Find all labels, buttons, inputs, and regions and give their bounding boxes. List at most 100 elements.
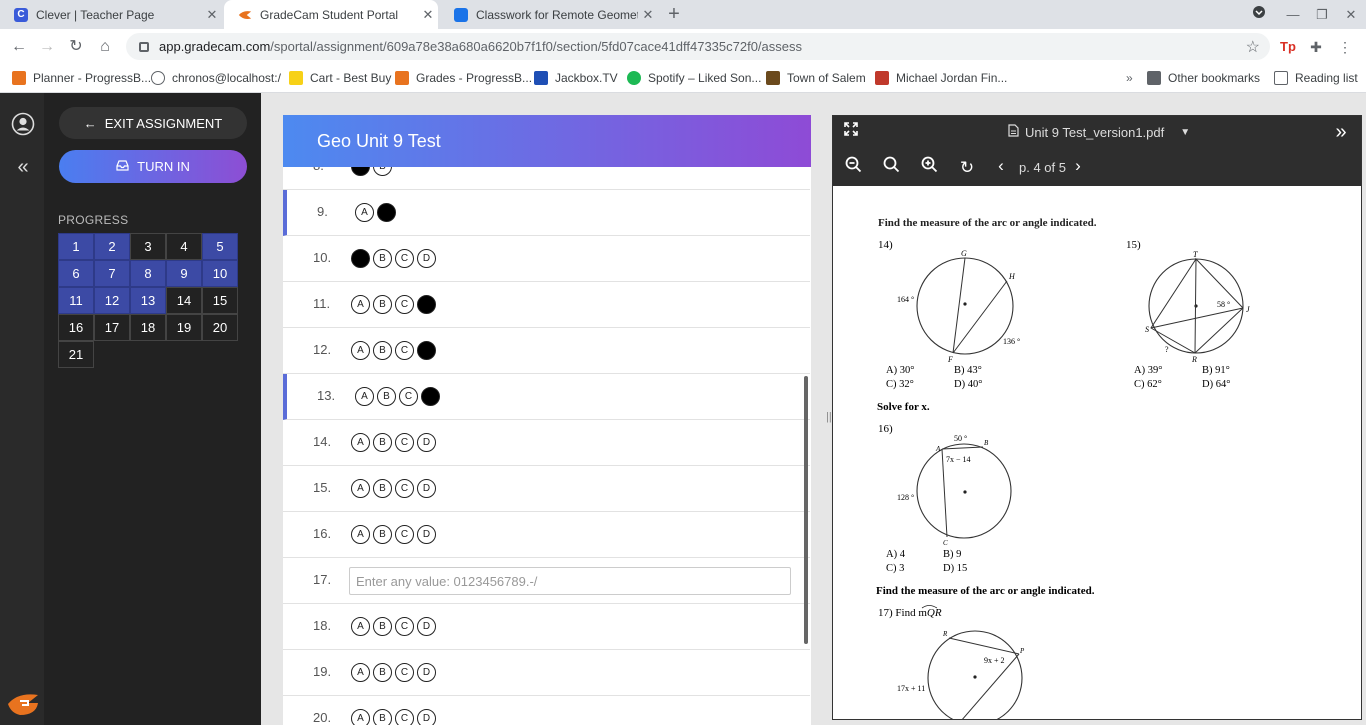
bubble-d[interactable]: [417, 341, 436, 360]
user-profile-icon[interactable]: [11, 112, 35, 136]
bubble-a[interactable]: A: [351, 709, 370, 725]
bubble-c[interactable]: C: [395, 341, 414, 360]
bubble-c[interactable]: C: [395, 295, 414, 314]
progress-question-4[interactable]: 4: [166, 233, 202, 260]
zoom-out-icon[interactable]: [841, 156, 865, 180]
bubble-d[interactable]: D: [417, 663, 436, 682]
minimize-icon[interactable]: —: [1278, 0, 1308, 29]
rotate-icon[interactable]: ↻: [955, 156, 979, 180]
progress-question-12[interactable]: 12: [94, 287, 130, 314]
progress-question-15[interactable]: 15: [202, 287, 238, 314]
exit-assignment-button[interactable]: ← EXIT ASSIGNMENT: [59, 107, 247, 139]
collapse-viewer-icon[interactable]: »: [1329, 120, 1353, 144]
bookmark-item[interactable]: Spotify – Liked Son...: [627, 68, 761, 88]
address-bar[interactable]: app.gradecam.com/sportal/assignment/609a…: [126, 33, 1270, 60]
progress-question-19[interactable]: 19: [166, 314, 202, 341]
bubble-b[interactable]: [377, 203, 396, 222]
fullscreen-icon[interactable]: [839, 120, 863, 144]
progress-question-2[interactable]: 2: [94, 233, 130, 260]
bubble-c[interactable]: C: [395, 709, 414, 725]
next-page-icon[interactable]: ›: [1066, 154, 1090, 178]
bubble-a[interactable]: A: [351, 295, 370, 314]
tab-classwork[interactable]: Classwork for Remote Geometry ✕: [440, 0, 658, 29]
bubble-c[interactable]: C: [395, 525, 414, 544]
bookmark-item[interactable]: Cart - Best Buy: [289, 68, 391, 88]
progress-question-11[interactable]: 11: [58, 287, 94, 314]
other-bookmarks[interactable]: Other bookmarks: [1147, 68, 1260, 88]
value-input[interactable]: [349, 567, 791, 595]
bookmark-item[interactable]: Town of Salem: [766, 68, 866, 88]
bubble-c[interactable]: C: [395, 479, 414, 498]
restore-icon[interactable]: ❐: [1307, 0, 1337, 29]
bubble-a[interactable]: A: [355, 203, 374, 222]
bubble-a[interactable]: A: [351, 479, 370, 498]
bubble-a[interactable]: A: [351, 663, 370, 682]
tab-clever[interactable]: C Clever | Teacher Page ✕: [0, 0, 222, 29]
forward-icon[interactable]: →: [36, 36, 58, 58]
bubble-d[interactable]: D: [417, 479, 436, 498]
extension-tp-icon[interactable]: Tp: [1277, 36, 1299, 58]
bubble-d[interactable]: D: [417, 433, 436, 452]
reading-list[interactable]: Reading list: [1274, 68, 1358, 88]
progress-question-20[interactable]: 20: [202, 314, 238, 341]
bubble-a[interactable]: A: [351, 617, 370, 636]
close-tab-icon[interactable]: ✕: [418, 7, 438, 23]
progress-question-8[interactable]: 8: [130, 260, 166, 287]
bubble-d[interactable]: D: [417, 709, 436, 725]
bubble-c[interactable]: C: [395, 249, 414, 268]
extensions-icon[interactable]: ✚: [1305, 36, 1327, 58]
prev-page-icon[interactable]: ‹: [989, 154, 1013, 178]
bookmark-item[interactable]: Planner - ProgressB...: [12, 68, 151, 88]
bubble-b[interactable]: B: [373, 525, 392, 544]
progress-question-14[interactable]: 14: [166, 287, 202, 314]
collapse-sidebar-icon[interactable]: «: [11, 156, 35, 180]
bubble-a[interactable]: A: [351, 525, 370, 544]
progress-question-18[interactable]: 18: [130, 314, 166, 341]
close-tab-icon[interactable]: ✕: [202, 7, 222, 23]
bubble-d[interactable]: D: [417, 617, 436, 636]
bubble-b[interactable]: B: [373, 479, 392, 498]
bubble-d[interactable]: D: [417, 525, 436, 544]
bookmark-item[interactable]: Grades - ProgressB...: [395, 68, 532, 88]
profile-menu-icon[interactable]: [1244, 0, 1274, 29]
close-tab-icon[interactable]: ✕: [638, 7, 658, 23]
bubble-d[interactable]: D: [417, 249, 436, 268]
progress-question-13[interactable]: 13: [130, 287, 166, 314]
progress-question-6[interactable]: 6: [58, 260, 94, 287]
bubble-d[interactable]: [421, 387, 440, 406]
progress-question-3[interactable]: 3: [130, 233, 166, 260]
back-icon[interactable]: ←: [8, 36, 30, 58]
bookmark-star-icon[interactable]: ☆: [1246, 37, 1260, 57]
zoom-in-icon[interactable]: [917, 156, 941, 180]
progress-question-17[interactable]: 17: [94, 314, 130, 341]
home-icon[interactable]: ⌂: [94, 36, 116, 58]
bubble-b[interactable]: B: [373, 167, 392, 176]
chrome-menu-icon[interactable]: ⋮: [1334, 36, 1356, 58]
pdf-file-select[interactable]: Unit 9 Test_version1.pdf ▼: [1008, 124, 1190, 140]
bubble-d[interactable]: [417, 295, 436, 314]
bubble-c[interactable]: C: [399, 387, 418, 406]
bookmark-item[interactable]: chronos@localhost:/: [151, 68, 281, 88]
progress-question-16[interactable]: 16: [58, 314, 94, 341]
progress-question-9[interactable]: 9: [166, 260, 202, 287]
bubble-a[interactable]: A: [355, 387, 374, 406]
bubble-a[interactable]: [351, 167, 370, 176]
progress-question-10[interactable]: 10: [202, 260, 238, 287]
bubble-c[interactable]: C: [395, 433, 414, 452]
close-window-icon[interactable]: ✕: [1336, 0, 1366, 29]
bubble-b[interactable]: B: [373, 617, 392, 636]
bubble-b[interactable]: B: [377, 387, 396, 406]
bubble-b[interactable]: B: [373, 433, 392, 452]
bubble-a[interactable]: A: [351, 433, 370, 452]
bubble-b[interactable]: B: [373, 709, 392, 725]
progress-question-5[interactable]: 5: [202, 233, 238, 260]
bubble-b[interactable]: B: [373, 295, 392, 314]
bubble-a[interactable]: [351, 249, 370, 268]
progress-question-7[interactable]: 7: [94, 260, 130, 287]
answer-scrollbar[interactable]: [804, 376, 808, 644]
bookmark-item[interactable]: Jackbox.TV: [534, 68, 618, 88]
bubble-b[interactable]: B: [373, 663, 392, 682]
progress-question-21[interactable]: 21: [58, 341, 94, 368]
reload-icon[interactable]: ↻: [65, 36, 87, 58]
bubble-c[interactable]: C: [395, 617, 414, 636]
